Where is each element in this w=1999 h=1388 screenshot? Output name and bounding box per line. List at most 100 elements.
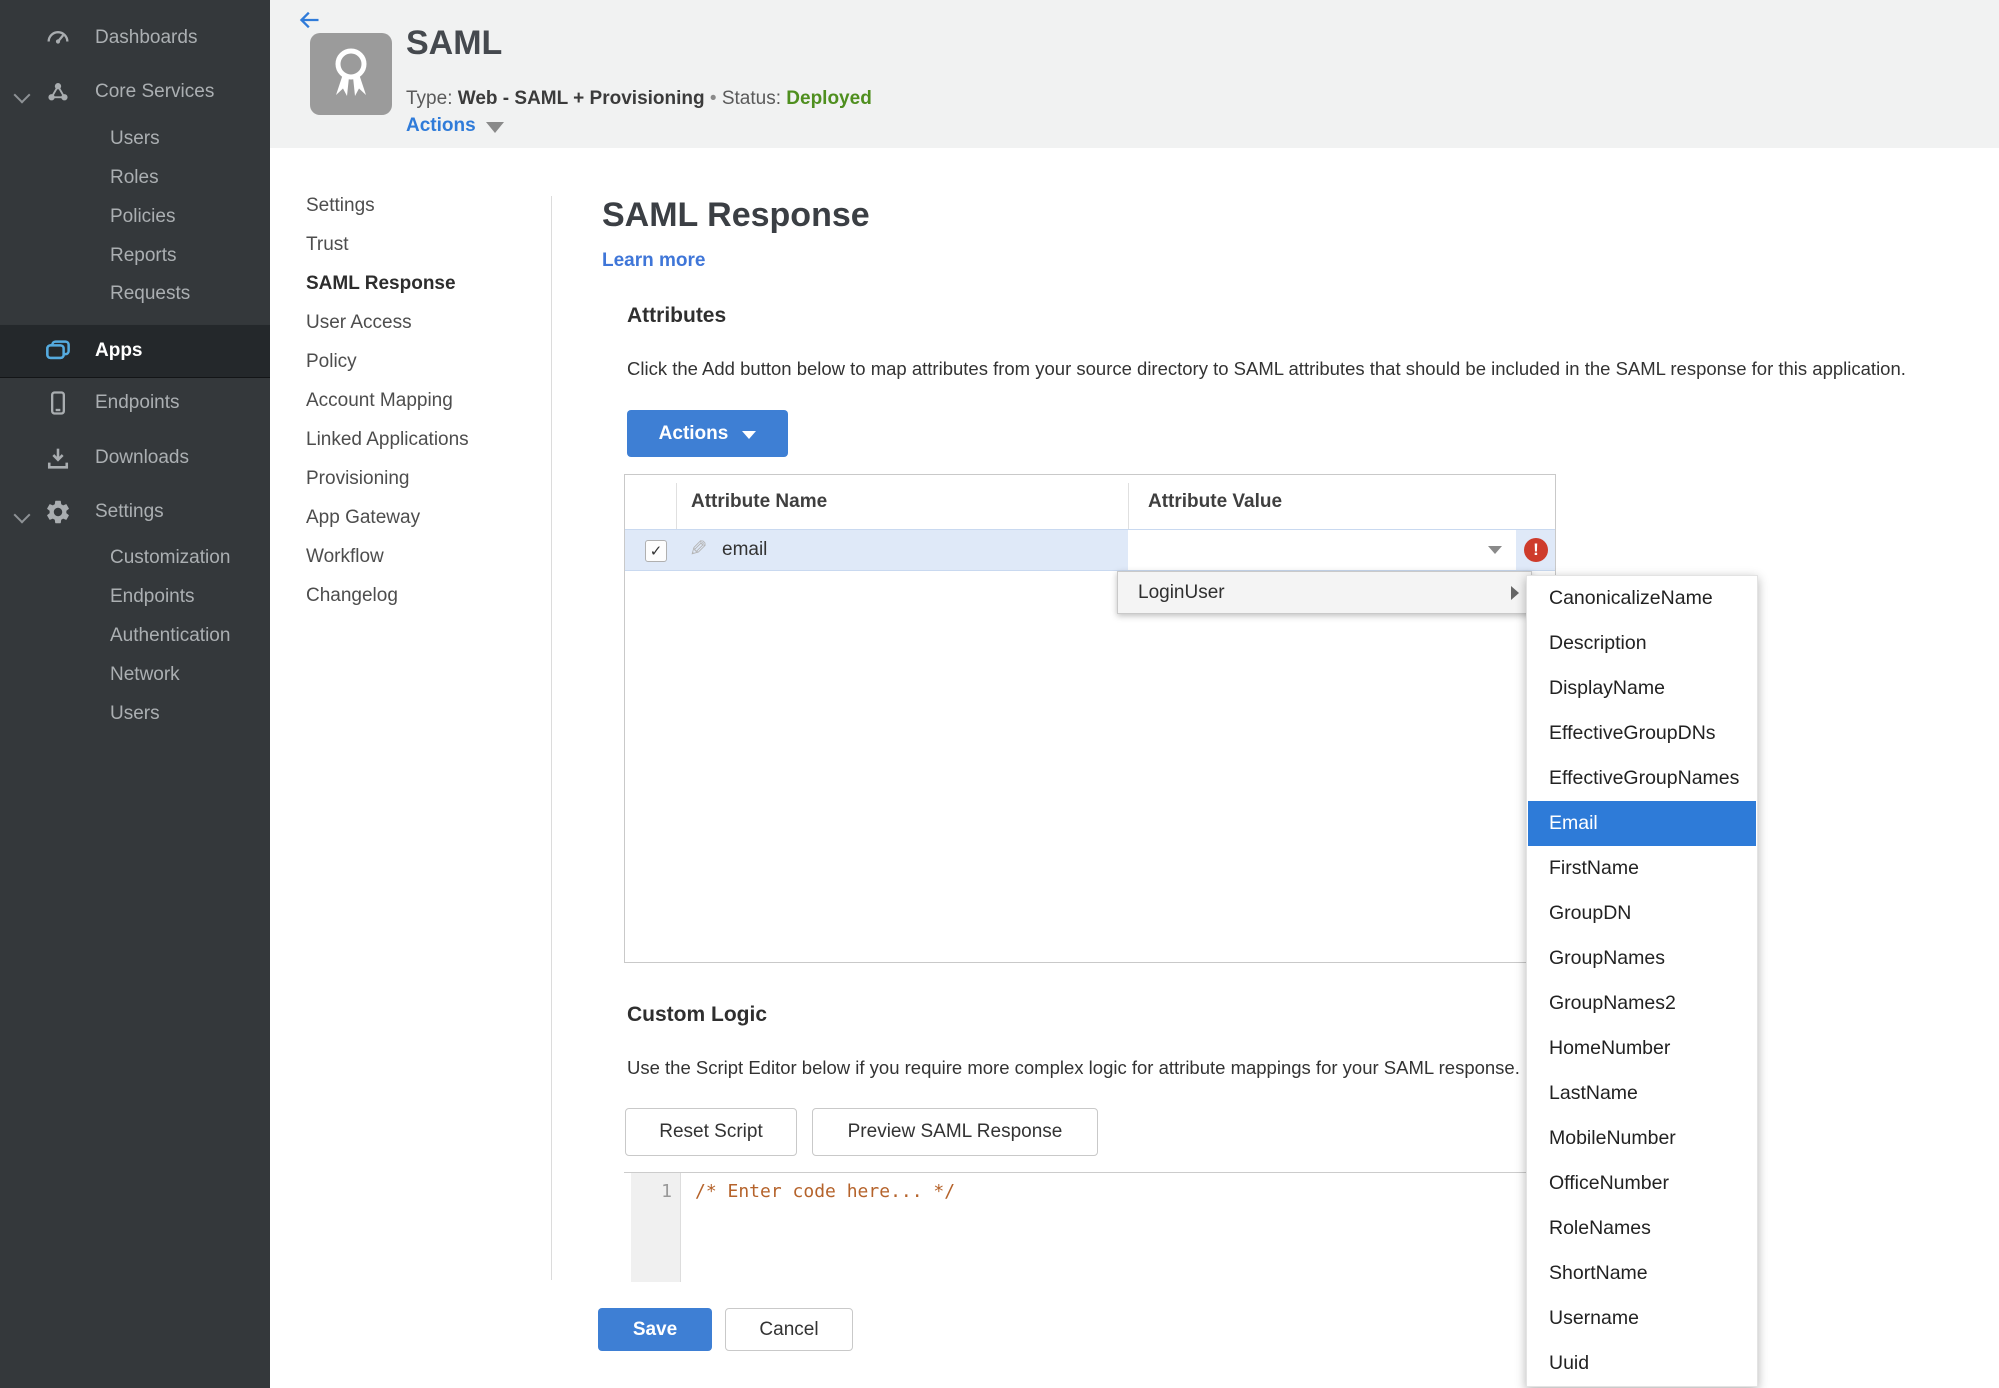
sidebar-item-policies[interactable]: Policies (0, 197, 270, 237)
tab-account-mapping[interactable]: Account Mapping (306, 381, 536, 420)
gauge-icon (42, 22, 74, 54)
tab-workflow[interactable]: Workflow (306, 537, 536, 576)
save-button[interactable]: Save (598, 1308, 712, 1351)
menu-item-effectivegroupdns[interactable]: EffectiveGroupDNs (1527, 711, 1757, 756)
attribute-name-cell: email (722, 539, 768, 560)
tab-policy[interactable]: Policy (306, 342, 536, 381)
sidebar-item-authentication[interactable]: Authentication (0, 616, 270, 656)
script-editor[interactable]: 1 /* Enter code here... */ (624, 1172, 1556, 1282)
chevron-down-icon (1488, 546, 1502, 554)
menu-item-uuid[interactable]: Uuid (1527, 1341, 1757, 1386)
app-title: SAML (406, 24, 503, 62)
attribute-value-dropdown[interactable] (1128, 530, 1516, 570)
header-actions-label: Actions (406, 115, 476, 136)
cancel-button[interactable]: Cancel (725, 1308, 853, 1351)
menu-item-groupdn[interactable]: GroupDN (1527, 891, 1757, 936)
sidebar-item-endpoints-settings[interactable]: Endpoints (0, 577, 270, 617)
save-label: Save (632, 1318, 678, 1340)
sidebar-item-customization[interactable]: Customization (0, 538, 270, 578)
custom-logic-heading: Custom Logic (627, 1003, 767, 1026)
menu-item-homenumber[interactable]: HomeNumber (1527, 1026, 1757, 1071)
sidebar-item-settings[interactable]: Settings (0, 492, 270, 532)
chevron-down-icon[interactable] (13, 85, 31, 104)
sidebar: Dashboards Core Services Users Roles Pol… (0, 0, 270, 1388)
error-icon: ! (1524, 538, 1548, 562)
menu-item-email[interactable]: Email (1528, 801, 1756, 846)
menu-item-shortname[interactable]: ShortName (1527, 1251, 1757, 1296)
learn-more-link[interactable]: Learn more (602, 250, 705, 272)
attributes-actions-button[interactable]: Actions (627, 410, 788, 457)
menu-item-username[interactable]: Username (1527, 1296, 1757, 1341)
table-row[interactable]: ✓ ✎ email ! (625, 529, 1555, 571)
tab-settings[interactable]: Settings (306, 186, 536, 225)
menu-item-groupnames[interactable]: GroupNames (1527, 936, 1757, 981)
app-header: SAML Type: Web - SAML + Provisioning • S… (270, 0, 1999, 148)
menu-item-mobilenumber[interactable]: MobileNumber (1527, 1116, 1757, 1161)
sidebar-item-users[interactable]: Users (0, 119, 270, 159)
editor-code[interactable]: /* Enter code here... */ (695, 1181, 955, 1202)
sidebar-item-label: Endpoints (95, 392, 180, 413)
tab-changelog[interactable]: Changelog (306, 576, 536, 615)
app-screen: Dashboards Core Services Users Roles Pol… (0, 0, 1999, 1388)
sidebar-item-label: Apps (95, 340, 143, 361)
value-menu-loginuser[interactable]: LoginUser (1117, 571, 1532, 614)
sidebar-item-label: Authentication (110, 625, 231, 646)
sidebar-item-roles[interactable]: Roles (0, 158, 270, 198)
row-checkbox[interactable]: ✓ (645, 540, 667, 562)
menu-item-lastname[interactable]: LastName (1527, 1071, 1757, 1116)
table-header: Attribute Name Attribute Value (625, 475, 1555, 529)
tab-trust[interactable]: Trust (306, 225, 536, 264)
attributes-heading: Attributes (627, 304, 727, 327)
sidebar-item-label: Requests (110, 283, 191, 304)
sidebar-item-endpoints[interactable]: Endpoints (0, 383, 270, 423)
preview-saml-response-label: Preview SAML Response (847, 1121, 1063, 1142)
attributes-description: Click the Add button below to map attrib… (627, 358, 1906, 379)
sidebar-item-core-services[interactable]: Core Services (0, 72, 270, 112)
menu-item-displayname[interactable]: DisplayName (1527, 666, 1757, 711)
page-title: SAML Response (602, 196, 870, 234)
chevron-down-icon (742, 430, 757, 439)
menu-item-firstname[interactable]: FirstName (1527, 846, 1757, 891)
preview-saml-response-button[interactable]: Preview SAML Response (812, 1108, 1098, 1156)
edit-pencil-icon[interactable]: ✎ (689, 536, 707, 562)
sidebar-item-requests[interactable]: Requests (0, 274, 270, 314)
sidebar-item-downloads[interactable]: Downloads (0, 438, 270, 478)
sidebar-item-label: Endpoints (110, 586, 195, 607)
menu-item-officenumber[interactable]: OfficeNumber (1527, 1161, 1757, 1206)
menu-item-canonicalizename[interactable]: CanonicalizeName (1527, 576, 1757, 621)
attributes-table: Attribute Name Attribute Value ✓ ✎ email… (624, 474, 1556, 963)
sidebar-item-label: Roles (110, 167, 159, 188)
chevron-down-icon[interactable] (13, 505, 31, 524)
chevron-right-icon (1511, 585, 1519, 600)
sidebar-item-label: Reports (110, 245, 177, 266)
column-divider (1128, 483, 1129, 529)
reset-script-button[interactable]: Reset Script (625, 1108, 797, 1156)
sidebar-item-apps[interactable]: Apps (0, 324, 270, 378)
app-logo-ribbon-icon (310, 33, 392, 115)
back-arrow-icon[interactable] (294, 6, 322, 34)
column-divider (676, 483, 677, 529)
tab-app-gateway[interactable]: App Gateway (306, 498, 536, 537)
sidebar-item-reports[interactable]: Reports (0, 236, 270, 276)
tab-user-access[interactable]: User Access (306, 303, 536, 342)
menu-item-effectivegroupnames[interactable]: EffectiveGroupNames (1527, 756, 1757, 801)
header-actions-menu[interactable]: Actions (406, 115, 504, 137)
sidebar-item-label: Settings (95, 501, 164, 522)
menu-item-rolenames[interactable]: RoleNames (1527, 1206, 1757, 1251)
sidebar-item-users-settings[interactable]: Users (0, 694, 270, 734)
column-header-attribute-value: Attribute Value (1148, 491, 1283, 512)
sidebar-item-label: Downloads (95, 447, 189, 468)
menu-item-description[interactable]: Description (1527, 621, 1757, 666)
apps-icon (42, 335, 74, 367)
type-value: Web - SAML + Provisioning (457, 88, 705, 109)
line-number: 1 (661, 1181, 672, 1202)
sidebar-item-network[interactable]: Network (0, 655, 270, 695)
sidebar-item-label: Users (110, 128, 160, 149)
app-meta: Type: Web - SAML + Provisioning • Status… (406, 88, 872, 110)
core-services-icon (42, 76, 74, 108)
tab-saml-response[interactable]: SAML Response (306, 264, 536, 303)
tab-linked-applications[interactable]: Linked Applications (306, 420, 536, 459)
menu-item-groupnames2[interactable]: GroupNames2 (1527, 981, 1757, 1026)
tab-provisioning[interactable]: Provisioning (306, 459, 536, 498)
sidebar-item-dashboards[interactable]: Dashboards (0, 18, 270, 58)
